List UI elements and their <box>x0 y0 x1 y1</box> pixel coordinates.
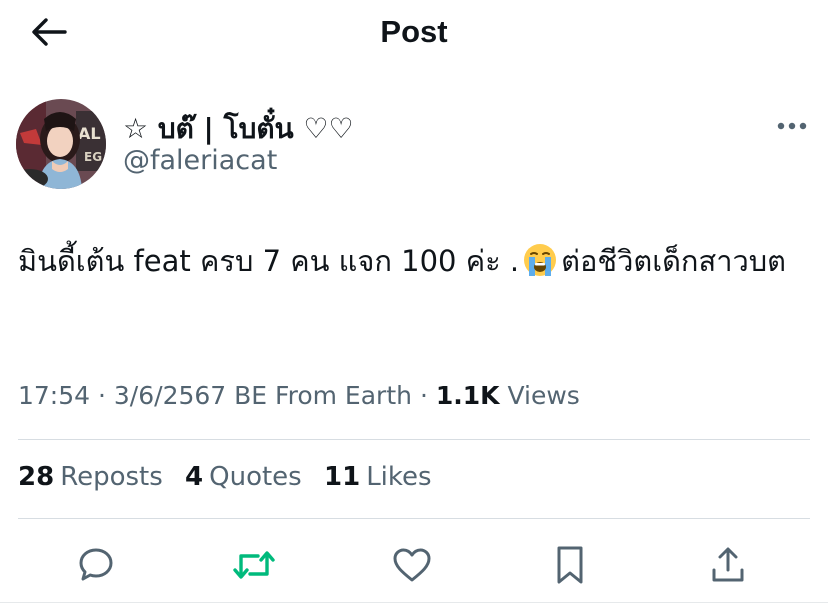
repost-icon <box>233 551 275 579</box>
divider <box>18 439 810 440</box>
reposts-label: Reposts <box>60 462 163 492</box>
like-button[interactable] <box>388 541 436 589</box>
likes-count: 11 <box>324 462 361 492</box>
quotes-stat[interactable]: 4 Quotes <box>185 462 302 492</box>
separator: · <box>419 381 428 410</box>
user-handle[interactable]: @faleriacat <box>123 145 277 176</box>
separator: · <box>98 381 106 410</box>
svg-text:EG: EG <box>84 150 102 164</box>
likes-stat[interactable]: 11 Likes <box>324 462 432 492</box>
reply-icon <box>79 548 113 581</box>
likes-label: Likes <box>366 462 432 492</box>
post-meta: 17:54 · 3/6/2567 BE From Earth · 1.1K Vi… <box>18 381 814 410</box>
tweet-text: มินดี้เต้น feat ครบ 7 คน แจก 100 ค่ะ . ต… <box>18 236 814 292</box>
more-icon <box>777 122 807 130</box>
avatar[interactable]: AL EG <box>16 99 106 189</box>
more-options-button[interactable] <box>768 108 816 144</box>
tweet-text-part: มินดี้เต้น feat ครบ 7 คน แจก 100 ค่ะ . <box>18 244 520 278</box>
quotes-count: 4 <box>185 462 204 492</box>
reply-button[interactable] <box>72 541 120 589</box>
post-page: Post AL EG ☆ บต๊ | โบตั๋น ♡♡ @faleriacat… <box>0 0 828 607</box>
repost-button[interactable] <box>230 541 278 589</box>
share-button[interactable] <box>704 541 752 589</box>
top-bar: Post <box>0 0 828 64</box>
reposts-count: 28 <box>18 462 55 492</box>
engagement-stats: 28 Reposts 4 Quotes 11 Likes <box>18 462 810 492</box>
heart-icon <box>393 548 431 582</box>
share-icon <box>712 547 744 582</box>
svg-text:AL: AL <box>78 124 101 143</box>
bookmark-icon <box>557 546 583 584</box>
reposts-stat[interactable]: 28 Reposts <box>18 462 163 492</box>
post-date[interactable]: 3/6/2567 BE <box>114 381 267 410</box>
action-bar <box>0 537 828 593</box>
views-label: Views <box>507 381 580 410</box>
post-time[interactable]: 17:54 <box>18 381 90 410</box>
loudly-crying-face-icon <box>523 242 557 292</box>
tweet-text-part: ต่อชีวิตเด็กสาวบต <box>561 244 787 278</box>
divider <box>18 518 810 519</box>
bookmark-button[interactable] <box>546 541 594 589</box>
page-title: Post <box>380 14 448 49</box>
views-count: 1.1K <box>435 381 500 410</box>
divider <box>0 602 828 603</box>
post-source: From Earth <box>275 381 412 410</box>
quotes-label: Quotes <box>209 462 302 492</box>
